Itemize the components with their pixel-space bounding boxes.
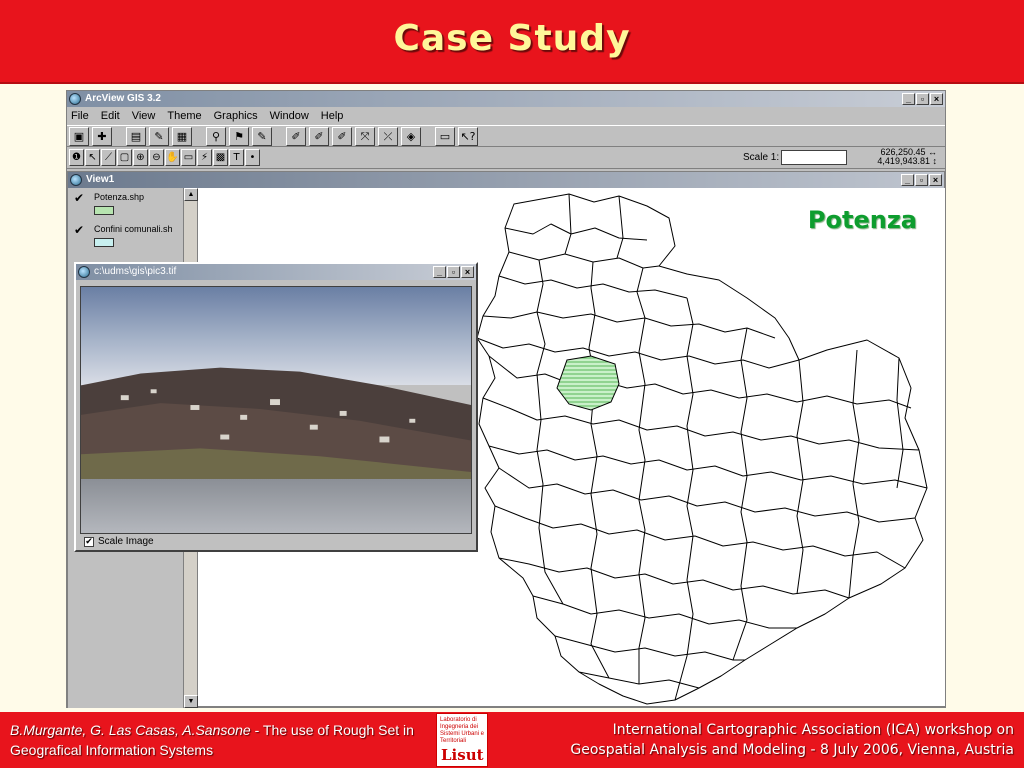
footer-authors: B.Murgante, G. Las Casas, A.Sansone: [10, 722, 251, 738]
menu-theme[interactable]: Theme: [167, 110, 201, 122]
menu-bar: File Edit View Theme Graphics Window Hel…: [67, 107, 945, 125]
edit-legend-icon[interactable]: ✎: [149, 126, 169, 146]
image-close-button[interactable]: ×: [461, 266, 474, 278]
menu-help[interactable]: Help: [321, 110, 344, 122]
logo-text: Laboratorio di Ingegneria dei Sistemi Ur…: [440, 717, 485, 744]
select-features-icon[interactable]: ◈: [401, 126, 421, 146]
menu-file[interactable]: File: [71, 110, 89, 122]
legend-symbol: [94, 238, 114, 247]
region-outline: [476, 193, 928, 705]
potenza-highlight: [556, 355, 620, 411]
hotlink-icon[interactable]: ⚡: [197, 149, 212, 166]
image-maximize-button[interactable]: ▫: [447, 266, 460, 278]
app-title: ArcView GIS 3.2: [85, 93, 161, 104]
zoom-out-tool-icon[interactable]: ⊖: [149, 149, 164, 166]
view-minimize-button[interactable]: _: [901, 174, 914, 186]
minimize-button[interactable]: _: [902, 93, 915, 105]
footer-citation: B.Murgante, G. Las Casas, A.Sansone - Th…: [10, 720, 430, 760]
theme-entry-potenza[interactable]: ✔ Potenza.shp: [68, 188, 182, 220]
area-of-interest-icon[interactable]: ▩: [213, 149, 228, 166]
zoom-previous-icon[interactable]: ⤫: [378, 126, 398, 146]
measure-icon[interactable]: ▭: [181, 149, 196, 166]
pointer-icon[interactable]: ↖: [85, 149, 100, 166]
image-window-title: c:\udms\gis\pic3.tif: [94, 266, 177, 277]
find-icon[interactable]: ⚲: [206, 126, 226, 146]
save-icon[interactable]: ▣: [69, 126, 89, 146]
image-window: c:\udms\gis\pic3.tif _ ▫ × ✔ Scale Image: [74, 262, 478, 552]
scale-label: Scale 1:: [743, 152, 780, 163]
theme-properties-icon[interactable]: ▤: [126, 126, 146, 146]
button-bar: ▣ ✚ ▤ ✎ ▦ ⚲ ⚑ ✎ ✐ ✐ ✐ ⤧ ⤫ ◈ ▭ ↖?: [67, 125, 945, 147]
landscape-photo: [80, 286, 472, 534]
map-label-potenza: Potenza: [807, 206, 917, 234]
image-minimize-button[interactable]: _: [433, 266, 446, 278]
logo-mark: Lisut: [441, 746, 484, 764]
select-feature-icon[interactable]: ▢: [117, 149, 132, 166]
image-window-titlebar[interactable]: c:\udms\gis\pic3.tif _ ▫ ×: [76, 264, 476, 280]
slide-footer: B.Murgante, G. Las Casas, A.Sansone - Th…: [0, 712, 1024, 768]
view-globe-icon: [70, 174, 82, 186]
footer-event-line2: Geospatial Analysis and Modeling - 8 Jul…: [570, 742, 1014, 758]
menu-view[interactable]: View: [132, 110, 156, 122]
zoom-in-icon[interactable]: ✐: [332, 126, 352, 146]
identify-icon[interactable]: ❶: [69, 149, 84, 166]
draw-point-icon[interactable]: •: [245, 149, 260, 166]
close-button[interactable]: ×: [930, 93, 943, 105]
view-close-button[interactable]: ×: [929, 174, 942, 186]
tool-bar: ❶ ↖ ⟋ ▢ ⊕ ⊖ ✋ ▭ ⚡ ▩ T • Scale 1: 626,250.45 ↔ 4,419…: [67, 147, 945, 169]
zoom-in-tool-icon[interactable]: ⊕: [133, 149, 148, 166]
legend-symbol: [94, 206, 114, 215]
menu-window[interactable]: Window: [270, 110, 309, 122]
text-icon[interactable]: T: [229, 149, 244, 166]
query-builder-icon[interactable]: ✎: [252, 126, 272, 146]
photo-hillside: [81, 367, 471, 494]
image-globe-icon: [78, 266, 90, 278]
app-titlebar[interactable]: ArcView GIS 3.2 _ ▫ ×: [67, 91, 945, 107]
view-maximize-button[interactable]: ▫: [915, 174, 928, 186]
view-title: View1: [86, 174, 115, 185]
pan-icon[interactable]: ✋: [165, 149, 180, 166]
scroll-down-arrow-icon[interactable]: ▼: [184, 695, 198, 708]
scroll-up-arrow-icon[interactable]: ▲: [184, 188, 198, 201]
footer-event: International Cartographic Association (…: [494, 720, 1014, 760]
checkmark-icon[interactable]: ✔: [74, 223, 84, 237]
photo-road: [81, 478, 471, 533]
clear-selection-icon[interactable]: ▭: [435, 126, 455, 146]
vertex-edit-icon[interactable]: ⟋: [101, 149, 116, 166]
view-titlebar[interactable]: View1 _ ▫ ×: [68, 172, 944, 188]
footer-event-line1: International Cartographic Association (…: [612, 722, 1014, 738]
theme-name: Potenza.shp: [94, 192, 145, 202]
slide-header: Case Study: [0, 0, 1024, 84]
slide-title: Case Study: [393, 18, 631, 59]
theme-entry-confini[interactable]: ✔ Confini comunali.sh: [68, 220, 182, 252]
vertical-arrows-icon: ↕: [932, 156, 938, 166]
scale-image-option[interactable]: ✔ Scale Image: [84, 536, 154, 547]
zoom-to-themes-icon[interactable]: ✐: [286, 126, 306, 146]
locate-address-icon[interactable]: ⚑: [229, 126, 249, 146]
checkmark-icon[interactable]: ✔: [74, 191, 84, 205]
open-table-icon[interactable]: ▦: [172, 126, 192, 146]
theme-name: Confini comunali.sh: [94, 224, 173, 234]
coord-y: 4,419,943.81: [877, 156, 930, 166]
zoom-to-selected-icon[interactable]: ✐: [309, 126, 329, 146]
menu-graphics[interactable]: Graphics: [214, 110, 258, 122]
scale-image-label: Scale Image: [98, 536, 154, 547]
zoom-out-icon[interactable]: ⤧: [355, 126, 375, 146]
maximize-button[interactable]: ▫: [916, 93, 929, 105]
help-icon[interactable]: ↖?: [458, 126, 478, 146]
coordinate-readout: 626,250.45 ↔ 4,419,943.81 ↕: [877, 148, 937, 166]
scale-input[interactable]: [781, 150, 847, 165]
lisut-logo: Laboratorio di Ingegneria dei Sistemi Ur…: [436, 713, 488, 767]
scale-image-checkbox[interactable]: ✔: [84, 536, 94, 547]
arcview-globe-icon: [69, 93, 81, 105]
add-theme-icon[interactable]: ✚: [92, 126, 112, 146]
menu-edit[interactable]: Edit: [101, 110, 120, 122]
